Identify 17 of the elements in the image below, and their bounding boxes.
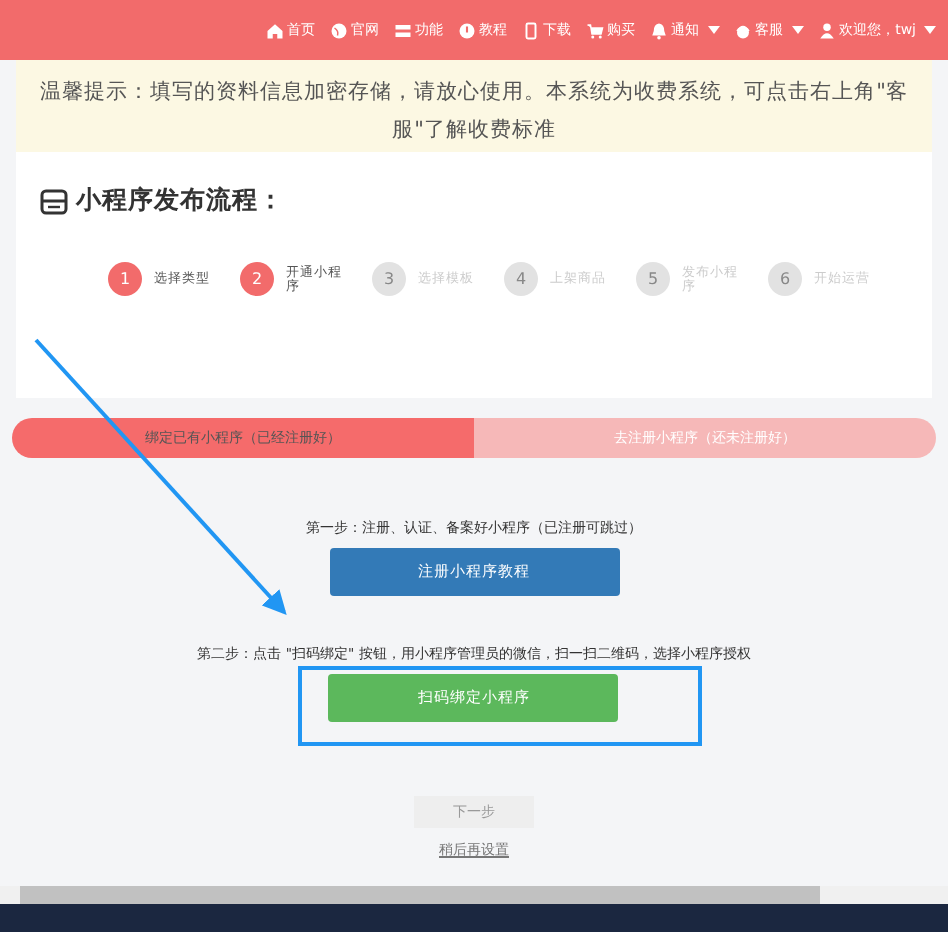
notice-text: 温馨提示：填写的资料信息加密存储，请放心使用。本系统为收费系统，可点击右上角"客服"了解收费标准 — [40, 80, 908, 142]
help-icon — [457, 21, 476, 39]
step-number: 1 — [108, 262, 142, 296]
step-number: 6 — [768, 262, 802, 296]
process-title: 小程序发布流程： — [76, 184, 284, 218]
step-number: 5 — [636, 262, 670, 296]
step-number: 2 — [240, 262, 274, 296]
step-number: 4 — [504, 262, 538, 296]
horizontal-scrollbar[interactable] — [0, 886, 948, 904]
phone-icon — [521, 21, 540, 39]
grid-icon — [393, 21, 412, 39]
card-icon — [40, 187, 68, 215]
home-icon — [265, 21, 284, 39]
cart-icon — [585, 21, 604, 39]
user-icon — [817, 21, 836, 39]
step-number: 3 — [372, 262, 406, 296]
bell-icon — [649, 21, 668, 39]
